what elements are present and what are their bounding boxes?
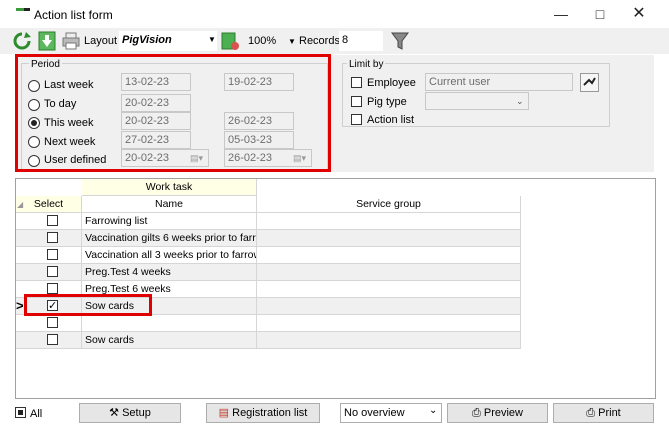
row-select-checkbox[interactable]	[47, 232, 58, 243]
action-list-checkbox[interactable]	[351, 114, 362, 125]
row-service-group-cell[interactable]	[257, 230, 521, 247]
row-name-cell[interactable]: Vaccination all 3 weeks prior to farrow	[82, 247, 257, 264]
preview-label: Preview	[483, 407, 523, 419]
select-cell[interactable]	[16, 332, 82, 349]
select-cell[interactable]	[16, 230, 82, 247]
zoom-value[interactable]: 100%	[248, 35, 276, 47]
row-name-cell[interactable]: Farrowing list	[82, 213, 257, 230]
all-label: All	[30, 408, 43, 420]
layout-label: Layout	[84, 35, 118, 47]
print-button[interactable]: ⎙ Print	[553, 403, 654, 423]
row-select-checkbox[interactable]	[47, 334, 58, 345]
preview-button[interactable]: ⎙ Preview	[447, 403, 548, 423]
column-header-service-group[interactable]: Service group	[257, 196, 521, 213]
action-list-label: Action list	[367, 114, 415, 126]
print-icon: ⎙	[586, 407, 596, 419]
registration-label: Registration list	[232, 407, 308, 419]
row-service-group-cell[interactable]	[257, 315, 521, 332]
printer-icon[interactable]	[61, 31, 81, 51]
maximize-button[interactable]: □	[585, 4, 615, 24]
print-label: Print	[598, 407, 621, 419]
row-select-checkbox[interactable]	[47, 317, 58, 328]
preview-icon: ⎙	[472, 407, 481, 419]
limit-legend: Limit by	[347, 59, 386, 70]
download-icon[interactable]	[37, 31, 57, 51]
setup-button[interactable]: ⚒ Setup	[79, 403, 181, 423]
layout-settings-icon[interactable]	[220, 31, 240, 51]
row-service-group-cell[interactable]	[257, 247, 521, 264]
wrench-icon: ⚒	[109, 407, 120, 419]
row-service-group-cell[interactable]	[257, 213, 521, 230]
pig-type-label: Pig type	[367, 96, 407, 108]
overview-select[interactable]: No overview ⌄	[340, 403, 442, 423]
close-button[interactable]: ✕	[624, 4, 654, 24]
app-icon	[16, 8, 30, 16]
minimize-button[interactable]: —	[546, 4, 576, 24]
row-select-checkbox[interactable]	[47, 266, 58, 277]
employee-checkbox[interactable]	[351, 77, 362, 88]
chevron-down-icon: ⌄	[429, 405, 438, 416]
select-cell[interactable]	[16, 315, 82, 332]
select-cell[interactable]	[16, 213, 82, 230]
period-highlight	[15, 54, 331, 172]
row-name-cell[interactable]: Sow cards	[82, 332, 257, 349]
row-select-checkbox[interactable]	[47, 249, 58, 260]
lookup-icon[interactable]	[580, 73, 599, 92]
pig-type-checkbox[interactable]	[351, 96, 362, 107]
column-header-select[interactable]: Select	[16, 196, 82, 213]
window-title: Action list form	[34, 8, 113, 22]
filter-icon[interactable]	[390, 31, 410, 51]
work-task-grid: Work task Select ◢ Name Service group Fa…	[15, 178, 656, 399]
current-row-marker: >	[16, 298, 24, 313]
row-select-checkbox[interactable]	[47, 283, 58, 294]
registration-icon: ▤	[218, 407, 230, 419]
chevron-down-icon: ⌄	[516, 96, 524, 106]
select-cell[interactable]	[16, 264, 82, 281]
employee-field[interactable]: Current user	[425, 73, 573, 91]
row-name-cell[interactable]	[82, 315, 257, 332]
select-cell[interactable]	[16, 247, 82, 264]
pig-type-select[interactable]: ⌄	[425, 92, 529, 110]
row-name-cell[interactable]: Preg.Test 4 weeks	[82, 264, 257, 281]
row-service-group-cell[interactable]	[257, 264, 521, 281]
layout-select[interactable]: PigVision ▼	[119, 31, 217, 51]
row-service-group-cell[interactable]	[257, 332, 521, 349]
employee-label: Employee	[367, 77, 416, 89]
refresh-icon[interactable]	[12, 31, 32, 51]
all-checkbox[interactable]	[15, 407, 26, 418]
work-task-group-header: Work task	[82, 179, 257, 196]
row-select-checkbox[interactable]	[47, 215, 58, 226]
zoom-chevron-icon[interactable]: ▼	[288, 37, 296, 46]
sow-cards-highlight	[24, 294, 152, 316]
all-checkbox-fill	[18, 410, 23, 415]
records-label: Records	[299, 35, 340, 47]
column-header-name[interactable]: Name	[82, 196, 257, 213]
sort-arrow-icon: ◢	[17, 200, 24, 209]
chevron-down-icon: ▼	[208, 35, 216, 44]
overview-value: No overview	[344, 407, 405, 419]
layout-value: PigVision	[122, 34, 172, 46]
records-count: 8	[339, 31, 383, 51]
registration-list-button[interactable]: ▤ Registration list	[206, 403, 320, 423]
row-service-group-cell[interactable]	[257, 281, 521, 298]
row-name-cell[interactable]: Vaccination gilts 6 weeks prior to farro…	[82, 230, 257, 247]
row-service-group-cell[interactable]	[257, 298, 521, 315]
setup-label: Setup	[122, 407, 151, 419]
